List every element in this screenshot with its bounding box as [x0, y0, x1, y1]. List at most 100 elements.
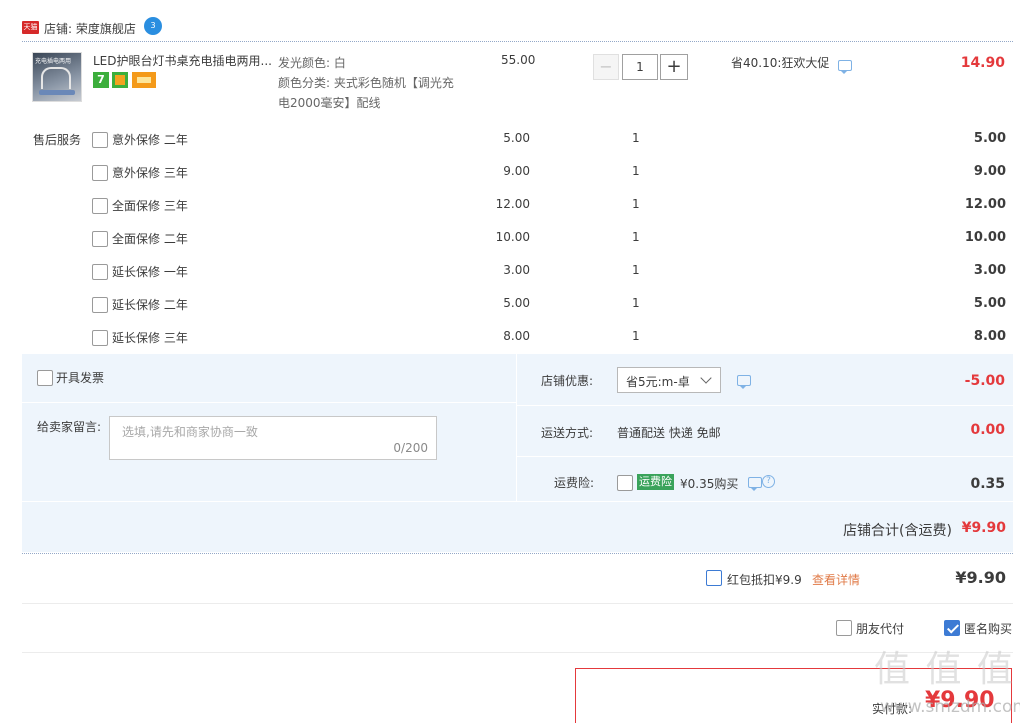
- service-price: 5.00: [503, 131, 530, 145]
- discount-chat-icon[interactable]: [737, 375, 751, 389]
- shipping-amount: 0.00: [970, 422, 1005, 438]
- item-attr-category-1: 颜色分类: 夹式彩色随机【调光充: [278, 76, 454, 90]
- service-qty: 1: [632, 263, 640, 277]
- service-checkbox[interactable]: [92, 231, 108, 247]
- service-total: 8.00: [973, 329, 1006, 344]
- order-box-divider-v: [516, 354, 517, 502]
- item-subtotal: 14.90: [960, 55, 1005, 71]
- service-name: 全面保修 三年: [112, 199, 188, 213]
- service-checkbox[interactable]: [92, 132, 108, 148]
- service-name: 延长保修 一年: [112, 265, 188, 279]
- service-checkbox[interactable]: [92, 297, 108, 313]
- shop-total-label: 店铺合计(含运费): [843, 523, 952, 539]
- shop-total-value: ¥9.90: [961, 520, 1006, 536]
- invoice-checkbox[interactable]: [37, 370, 53, 386]
- item-promo-text: 省40.10:狂欢大促: [731, 56, 830, 70]
- service-total: 3.00: [973, 263, 1006, 278]
- services-label: 售后服务: [33, 133, 82, 147]
- shop-name[interactable]: 店铺: 荣度旗舰店: [44, 20, 136, 37]
- service-price: 3.00: [503, 263, 530, 277]
- service-badge-card-icon: [132, 72, 156, 88]
- order-box-divider-h3: [517, 456, 1013, 457]
- service-qty: 1: [632, 164, 640, 178]
- service-qty: 1: [632, 230, 640, 244]
- service-total: 10.00: [964, 230, 1006, 245]
- insurance-amount: 0.35: [970, 476, 1005, 492]
- redpacket-divider: [22, 603, 1013, 604]
- service-total: 9.00: [973, 164, 1006, 179]
- order-box-divider-h4: [22, 501, 1013, 502]
- insurance-chat-icon[interactable]: [748, 477, 762, 491]
- service-name: 意外保修 二年: [112, 133, 188, 147]
- order-box-divider-h2: [517, 405, 1013, 406]
- watermark-domain: www.smzdm.com: [880, 697, 1020, 717]
- order-box-bottom-divider: [22, 553, 1013, 554]
- insurance-label: 运费险:: [554, 476, 595, 490]
- lamp-base: [39, 90, 75, 95]
- tmall-badge: 天猫: [22, 21, 39, 34]
- service-checkbox[interactable]: [92, 330, 108, 346]
- service-checkbox[interactable]: [92, 198, 108, 214]
- item-attr-category-2: 电2000毫安】配线: [278, 96, 381, 110]
- item-unit-price: 55.00: [501, 53, 536, 67]
- redpacket-checkbox[interactable]: [706, 570, 722, 586]
- promo-chat-icon[interactable]: [838, 60, 852, 74]
- service-name: 延长保修 三年: [112, 331, 188, 345]
- quantity-minus-button[interactable]: −: [593, 54, 619, 80]
- lamp-shape: [41, 67, 71, 89]
- service-price: 10.00: [495, 230, 530, 244]
- insurance-checkbox[interactable]: [617, 475, 633, 491]
- insurance-value: ¥0.35购买: [680, 477, 739, 491]
- service-price: 9.00: [503, 164, 530, 178]
- redpacket-label[interactable]: 红包抵扣¥9.9: [727, 571, 802, 588]
- invoice-label[interactable]: 开具发票: [56, 369, 104, 386]
- options-divider: [22, 652, 1013, 653]
- redpacket-total: ¥9.90: [955, 568, 1006, 587]
- wangwang-icon[interactable]: 3: [144, 17, 162, 35]
- friend-pay-label[interactable]: 朋友代付: [856, 620, 904, 637]
- service-badge-7day: 7: [93, 72, 109, 88]
- message-label: 给卖家留言:: [37, 420, 102, 434]
- friend-pay-checkbox[interactable]: [836, 620, 852, 636]
- thumb-caption: 充电插电两用: [35, 58, 72, 65]
- service-total: 12.00: [964, 197, 1006, 212]
- order-box-divider-h1: [22, 402, 516, 403]
- anonymous-label[interactable]: 匿名购买: [964, 620, 1012, 637]
- help-icon[interactable]: ?: [762, 475, 775, 488]
- service-name: 延长保修 二年: [112, 298, 188, 312]
- service-badge-guarantee-icon: [112, 72, 128, 88]
- service-total: 5.00: [973, 296, 1006, 311]
- discount-select[interactable]: 省5元:m-卓: [617, 367, 721, 393]
- anonymous-checkbox[interactable]: [944, 620, 960, 636]
- service-qty: 1: [632, 131, 640, 145]
- service-total: 5.00: [973, 131, 1006, 146]
- service-name: 全面保修 二年: [112, 232, 188, 246]
- service-price: 12.00: [495, 197, 530, 211]
- shipping-label: 运送方式:: [541, 426, 594, 440]
- chevron-down-icon: [700, 372, 712, 384]
- service-qty: 1: [632, 296, 640, 310]
- quantity-input[interactable]: 1: [622, 54, 658, 80]
- service-price: 8.00: [503, 329, 530, 343]
- shipping-value: 普通配送 快递 免邮: [617, 426, 721, 440]
- discount-label: 店铺优惠:: [541, 374, 594, 388]
- service-checkbox[interactable]: [92, 165, 108, 181]
- shop-divider: [22, 41, 1013, 42]
- discount-select-value: 省5元:m-卓: [626, 375, 690, 389]
- quantity-plus-button[interactable]: +: [660, 54, 688, 80]
- item-title[interactable]: LED护眼台灯书桌充电插电两用...: [93, 52, 273, 69]
- message-textarea[interactable]: 选填,请先和商家协商一致 0/200: [109, 416, 437, 460]
- insurance-tag: 运费险: [637, 474, 674, 490]
- watermark-logo: 值 值 值: [874, 649, 1015, 690]
- service-price: 5.00: [503, 296, 530, 310]
- service-name: 意外保修 三年: [112, 166, 188, 180]
- item-attr-color: 发光颜色: 白: [278, 56, 346, 70]
- discount-amount: -5.00: [964, 373, 1005, 389]
- item-thumbnail[interactable]: 充电插电两用: [32, 52, 82, 102]
- message-counter: 0/200: [393, 441, 428, 455]
- redpacket-detail-link[interactable]: 查看详情: [812, 571, 860, 588]
- service-qty: 1: [632, 197, 640, 211]
- service-checkbox[interactable]: [92, 264, 108, 280]
- service-qty: 1: [632, 329, 640, 343]
- message-placeholder: 选填,请先和商家协商一致: [122, 425, 258, 439]
